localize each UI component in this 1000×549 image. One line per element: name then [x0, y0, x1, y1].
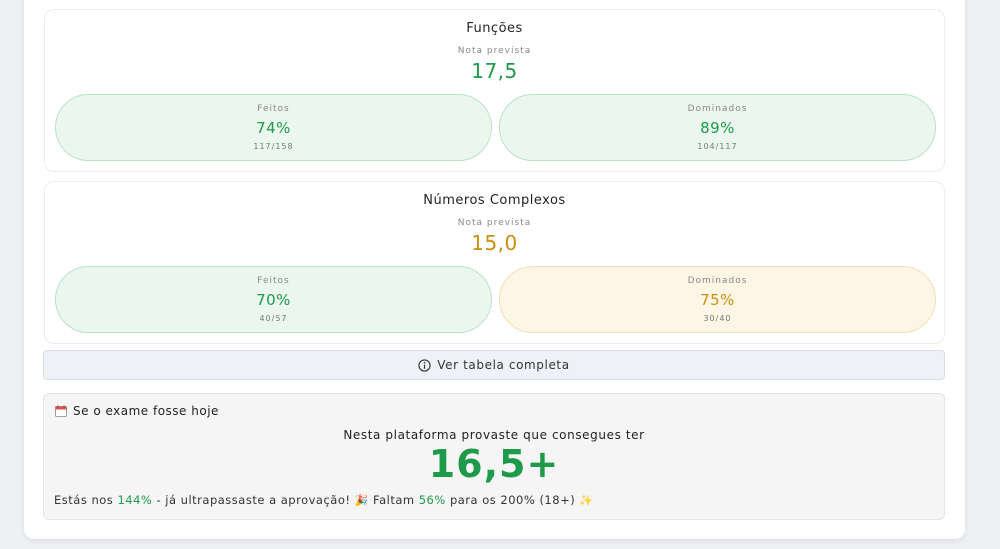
- mastered-label: Dominados: [687, 276, 748, 286]
- predicted-grade-value: 15,0: [471, 231, 518, 255]
- view-full-table-button[interactable]: Ver tabela completa: [43, 350, 945, 380]
- exam-projected-grade: 16,5+: [428, 442, 560, 486]
- done-count: 117/158: [253, 142, 294, 151]
- predicted-grade-label: Nota prevista: [457, 46, 532, 56]
- mastered-stat-pill: Dominados 75% 30/40: [499, 266, 936, 333]
- done-stat-pill: Feitos 74% 117/158: [55, 94, 492, 161]
- footer-percent-current: 144%: [117, 493, 153, 507]
- mastered-percent: 89%: [700, 119, 735, 137]
- mastered-percent: 75%: [700, 291, 735, 309]
- calendar-icon: [55, 405, 67, 417]
- subject-card-numeros-complexos: Números Complexos Nota prevista 15,0 Fei…: [44, 181, 945, 344]
- done-stat-pill: Feitos 70% 40/57: [55, 266, 492, 333]
- predicted-grade-value: 17,5: [471, 59, 518, 83]
- mastered-count: 104/117: [697, 142, 738, 151]
- subject-title: Funções: [466, 21, 523, 36]
- footer-text-2: - já ultrapassaste a aprovação!: [152, 493, 355, 507]
- footer-text-1: Estás nos: [54, 493, 118, 507]
- exam-today-box: Se o exame fosse hoje Nesta plataforma p…: [43, 393, 945, 520]
- done-label: Feitos: [257, 104, 290, 114]
- footer-text-3: Faltam: [368, 493, 419, 507]
- mastered-stat-pill: Dominados 89% 104/117: [499, 94, 936, 161]
- subject-card-funcoes: Funções Nota prevista 17,5 Feitos 74% 11…: [44, 9, 945, 172]
- done-percent: 70%: [256, 291, 291, 309]
- mastered-count: 30/40: [703, 314, 732, 323]
- exam-header-text: Se o exame fosse hoje: [73, 404, 219, 418]
- sparkles-icon: ✨: [579, 494, 594, 507]
- footer-percent-remaining: 56%: [418, 493, 446, 507]
- done-percent: 74%: [256, 119, 291, 137]
- done-count: 40/57: [259, 314, 288, 323]
- exam-footer: Estás nos 144% - já ultrapassaste a apro…: [54, 493, 594, 507]
- party-icon: 🎉: [354, 494, 369, 507]
- exam-header: Se o exame fosse hoje: [55, 404, 219, 418]
- predicted-grade-label: Nota prevista: [457, 218, 532, 228]
- mastered-label: Dominados: [687, 104, 748, 114]
- footer-text-4: para os 200% (18+): [445, 493, 580, 507]
- info-icon: [418, 358, 431, 372]
- done-label: Feitos: [257, 276, 290, 286]
- view-full-table-label: Ver tabela completa: [437, 358, 570, 372]
- exam-subtitle: Nesta plataforma provaste que consegues …: [343, 428, 645, 442]
- subject-title: Números Complexos: [423, 193, 566, 208]
